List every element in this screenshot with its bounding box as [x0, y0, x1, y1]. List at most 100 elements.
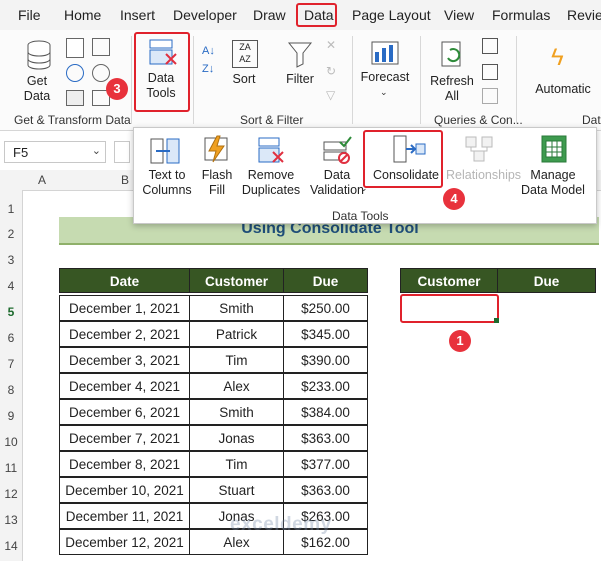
refresh-icon — [440, 40, 464, 70]
menu-home[interactable]: Home — [64, 7, 101, 23]
table-row[interactable]: December 11, 2021 — [59, 503, 190, 529]
table-cell[interactable]: Tim — [189, 347, 284, 373]
menu-view[interactable]: View — [444, 7, 474, 23]
data-tools-popup: Text to Columns Flash Fill Remove Duplic… — [133, 127, 597, 224]
formula-bar[interactable] — [114, 141, 130, 163]
table-row[interactable]: December 1, 2021 — [59, 295, 190, 321]
relationships-button[interactable]: Relationships — [446, 168, 521, 183]
row-header-7[interactable]: 7 — [0, 357, 22, 371]
advanced-filter-icon[interactable]: ▽ — [326, 88, 342, 104]
header-customer[interactable]: Customer — [189, 268, 284, 293]
edit-links-icon[interactable] — [482, 88, 498, 104]
table-row[interactable]: December 7, 2021 — [59, 425, 190, 451]
row-header-14[interactable]: 14 — [0, 539, 22, 553]
result-header-due[interactable]: Due — [497, 268, 596, 293]
manage-data-model-button[interactable]: Manage Data Model — [520, 168, 586, 198]
menu-file[interactable]: File — [18, 7, 41, 23]
table-row[interactable]: December 6, 2021 — [59, 399, 190, 425]
forecast-icon — [371, 40, 399, 66]
table-row[interactable]: December 10, 2021 — [59, 477, 190, 503]
row-header-4[interactable]: 4 — [0, 279, 22, 293]
header-due[interactable]: Due — [283, 268, 368, 293]
table-cell[interactable]: $345.00 — [283, 321, 368, 347]
row-header-13[interactable]: 13 — [0, 513, 22, 527]
flash-fill-icon — [203, 134, 231, 164]
table-cell[interactable]: Tim — [189, 451, 284, 477]
get-data-button[interactable]: Get Data — [14, 74, 60, 104]
table-row[interactable]: December 2, 2021 — [59, 321, 190, 347]
properties-icon[interactable] — [482, 64, 498, 80]
recent-sources-icon[interactable] — [92, 38, 110, 56]
row-header-12[interactable]: 12 — [0, 487, 22, 501]
table-cell[interactable]: Alex — [189, 373, 284, 399]
filter-icon — [287, 40, 313, 68]
row-header-10[interactable]: 10 — [0, 435, 22, 449]
flash-fill-button[interactable]: Flash Fill — [200, 168, 234, 198]
watermark-logo: exceldemy — [230, 514, 380, 540]
row-header-2[interactable]: 2 — [0, 227, 22, 241]
sort-icon: ZA AZ — [232, 40, 258, 68]
table-cell[interactable]: $363.00 — [283, 477, 368, 503]
table-cell[interactable]: Jonas — [189, 425, 284, 451]
table-cell[interactable]: $377.00 — [283, 451, 368, 477]
relationships-icon — [464, 134, 494, 164]
menu-review[interactable]: Review — [567, 7, 601, 23]
watermark-text: exceldemy — [230, 514, 332, 535]
table-cell[interactable]: Smith — [189, 399, 284, 425]
table-cell[interactable]: Smith — [189, 295, 284, 321]
table-cell[interactable]: Stuart — [189, 477, 284, 503]
refresh-all-button[interactable]: Refresh All — [426, 74, 478, 104]
table-row[interactable]: December 8, 2021 — [59, 451, 190, 477]
sort-button[interactable]: Sort — [226, 72, 262, 87]
menu-insert[interactable]: Insert — [120, 7, 155, 23]
row-header-9[interactable]: 9 — [0, 409, 22, 423]
table-cell[interactable]: $233.00 — [283, 373, 368, 399]
existing-connections-icon[interactable] — [92, 64, 110, 82]
ribbon: Get Data Get & Transform Data Data Tools… — [0, 30, 601, 131]
group-label-get-transform: Get & Transform Data — [14, 113, 131, 127]
table-row[interactable]: December 4, 2021 — [59, 373, 190, 399]
row-header-11[interactable]: 11 — [0, 461, 22, 475]
fill-handle[interactable] — [494, 318, 499, 323]
row-header-6[interactable]: 6 — [0, 331, 22, 345]
result-header-customer[interactable]: Customer — [400, 268, 498, 293]
table-cell[interactable]: $250.00 — [283, 295, 368, 321]
group-label-dat: Dat — [582, 113, 601, 127]
group-label-sort-filter: Sort & Filter — [240, 113, 304, 127]
menu-formulas[interactable]: Formulas — [492, 7, 550, 23]
reapply-icon[interactable]: ↻ — [326, 64, 342, 80]
table-cell[interactable]: $390.00 — [283, 347, 368, 373]
table-cell[interactable]: $363.00 — [283, 425, 368, 451]
filter-button[interactable]: Filter — [282, 72, 318, 87]
name-box[interactable]: F5 ⌄ — [4, 141, 106, 163]
header-date[interactable]: Date — [59, 268, 190, 293]
clear-filter-icon[interactable]: ✕ — [326, 38, 342, 54]
table-cell[interactable]: Patrick — [189, 321, 284, 347]
text-to-columns-button[interactable]: Text to Columns — [136, 168, 198, 198]
from-table-icon[interactable] — [66, 90, 84, 106]
menu-draw[interactable]: Draw — [253, 7, 286, 23]
row-header-8[interactable]: 8 — [0, 383, 22, 397]
chevron-down-icon: ⌄ — [380, 87, 388, 97]
sort-az-icon[interactable]: A↓ Z↓ — [202, 42, 220, 82]
queries-connections-icon[interactable] — [482, 38, 498, 54]
menu-developer[interactable]: Developer — [173, 7, 237, 23]
from-web-icon[interactable] — [66, 64, 84, 82]
row-header-1[interactable]: 1 — [0, 202, 22, 216]
table-row[interactable]: December 3, 2021 — [59, 347, 190, 373]
automatic-button[interactable]: Automatic — [528, 82, 598, 97]
from-text-icon[interactable] — [66, 38, 84, 58]
selected-cell-f5[interactable] — [400, 294, 499, 323]
table-cell[interactable]: $384.00 — [283, 399, 368, 425]
chevron-down-icon[interactable]: ⌄ — [92, 144, 101, 157]
column-header-a[interactable]: A — [22, 173, 62, 187]
row-header-3[interactable]: 3 — [0, 253, 22, 267]
menu-page-layout[interactable]: Page Layout — [352, 7, 431, 23]
row-header-5[interactable]: 5 — [0, 305, 22, 319]
data-validation-button[interactable]: Data Validation — [308, 168, 366, 198]
remove-duplicates-button[interactable]: Remove Duplicates — [238, 168, 304, 198]
forecast-button[interactable]: Forecast — [358, 70, 412, 85]
table-row[interactable]: December 12, 2021 — [59, 529, 190, 555]
step-marker-3: 3 — [106, 78, 128, 100]
group-label-queries: Queries & Con... — [434, 113, 523, 127]
